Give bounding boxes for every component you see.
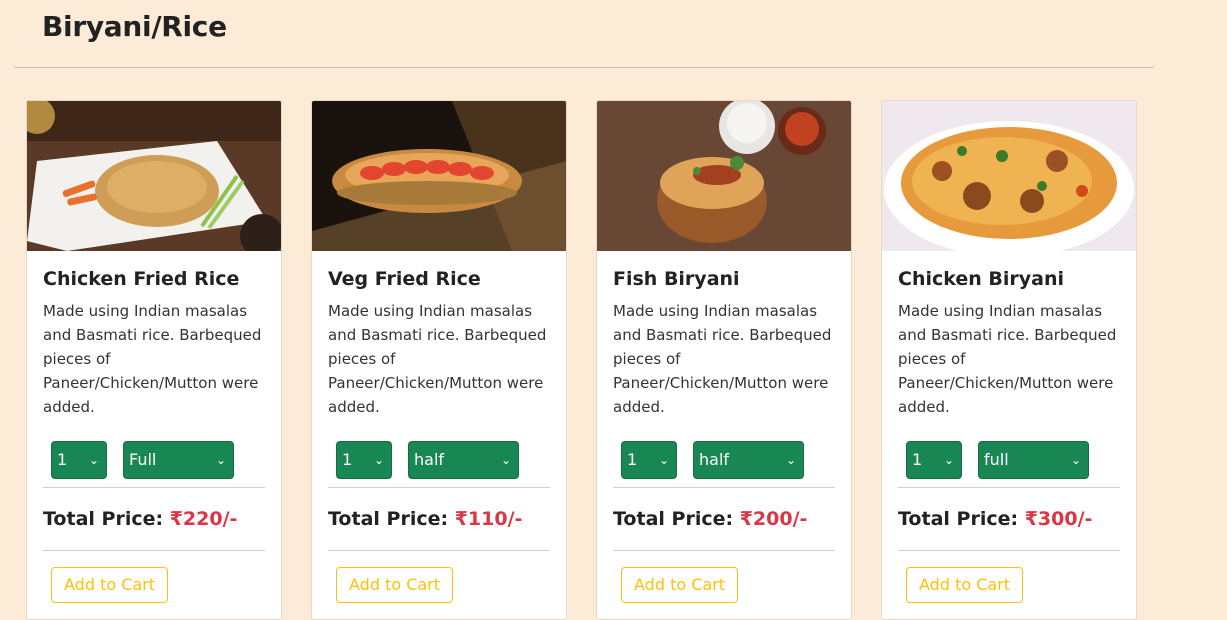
size-value: half: [699, 450, 730, 469]
quantity-value: 1: [342, 450, 353, 469]
total-price: Total Price: ₹300/-: [898, 488, 1120, 550]
food-title: Chicken Biryani: [898, 268, 1065, 290]
quantity-select[interactable]: 1 ⌄: [621, 441, 677, 479]
food-card: Chicken Biryani Made using Indian masala…: [881, 100, 1137, 620]
food-image: [27, 101, 281, 251]
size-select[interactable]: half ⌄: [408, 441, 519, 479]
total-price: Total Price: ₹110/-: [328, 488, 550, 550]
card-divider: [613, 550, 835, 551]
total-price: Total Price: ₹200/-: [613, 488, 835, 550]
add-to-cart-button[interactable]: Add to Cart: [906, 567, 1024, 603]
food-description: Made using Indian masalas and Basmati ri…: [613, 302, 832, 416]
quantity-value: 1: [57, 450, 68, 469]
chevron-down-icon: ⌄: [785, 453, 796, 467]
price-value: ₹200/-: [739, 508, 808, 530]
price-label: Total Price:: [328, 508, 449, 530]
food-card: Veg Fried Rice Made using Indian masalas…: [311, 100, 567, 620]
price-label: Total Price:: [898, 508, 1019, 530]
size-select[interactable]: Full ⌄: [123, 441, 234, 479]
quantity-select[interactable]: 1 ⌄: [906, 441, 962, 479]
total-price: Total Price: ₹220/-: [43, 488, 265, 550]
size-value: full: [984, 450, 1009, 469]
food-image: [312, 101, 566, 251]
chevron-down-icon: ⌄: [1070, 453, 1081, 467]
size-select[interactable]: half ⌄: [693, 441, 804, 479]
food-title: Chicken Fried Rice: [43, 268, 240, 290]
price-value: ₹110/-: [454, 508, 523, 530]
food-image: [882, 101, 1136, 251]
add-to-cart-button[interactable]: Add to Cart: [621, 567, 739, 603]
section-title: Biryani/Rice: [42, 10, 227, 43]
food-title: Fish Biryani: [613, 268, 740, 290]
size-value: half: [414, 450, 445, 469]
chevron-down-icon: ⌄: [88, 453, 99, 467]
food-title: Veg Fried Rice: [328, 268, 481, 290]
quantity-value: 1: [627, 450, 638, 469]
add-to-cart-button[interactable]: Add to Cart: [336, 567, 454, 603]
chevron-down-icon: ⌄: [215, 453, 226, 467]
card-divider: [43, 550, 265, 551]
food-card: Chicken Fried Rice Made using Indian mas…: [26, 100, 282, 620]
add-to-cart-button[interactable]: Add to Cart: [51, 567, 169, 603]
food-description: Made using Indian masalas and Basmati ri…: [43, 302, 262, 416]
chevron-down-icon: ⌄: [373, 453, 384, 467]
price-value: ₹300/-: [1024, 508, 1093, 530]
chevron-down-icon: ⌄: [943, 453, 954, 467]
price-label: Total Price:: [613, 508, 734, 530]
food-description: Made using Indian masalas and Basmati ri…: [328, 302, 547, 416]
card-divider: [898, 550, 1120, 551]
quantity-select[interactable]: 1 ⌄: [51, 441, 107, 479]
price-value: ₹220/-: [169, 508, 238, 530]
quantity-value: 1: [912, 450, 923, 469]
chevron-down-icon: ⌄: [658, 453, 669, 467]
quantity-select[interactable]: 1 ⌄: [336, 441, 392, 479]
size-value: Full: [129, 450, 157, 469]
card-divider: [328, 550, 550, 551]
size-select[interactable]: full ⌄: [978, 441, 1089, 479]
chevron-down-icon: ⌄: [500, 453, 511, 467]
food-card: Fish Biryani Made using Indian masalas a…: [596, 100, 852, 620]
food-description: Made using Indian masalas and Basmati ri…: [898, 302, 1117, 416]
food-image: [597, 101, 851, 251]
price-label: Total Price:: [43, 508, 164, 530]
section-divider: [14, 67, 1154, 68]
